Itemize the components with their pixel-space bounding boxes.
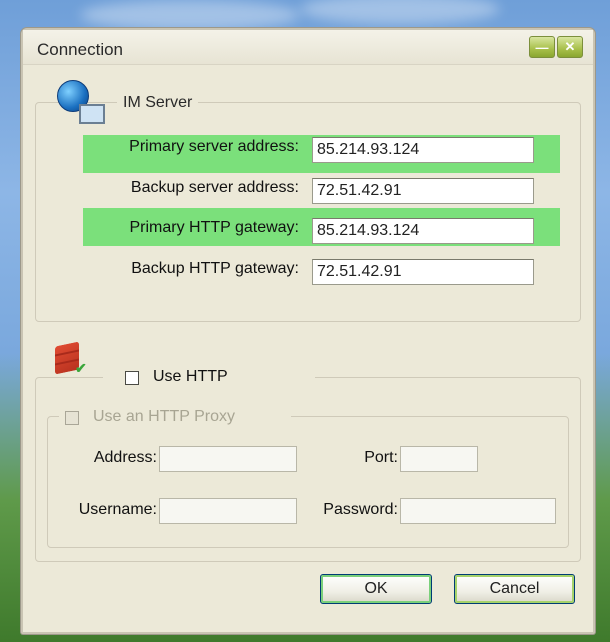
proxy-group	[47, 416, 569, 548]
address-input[interactable]	[159, 446, 297, 472]
primary-gateway-label: Primary HTTP gateway:	[129, 219, 299, 236]
primary-server-label: Primary server address:	[129, 138, 299, 155]
close-button[interactable]: ✕	[557, 36, 583, 58]
close-icon: ✕	[564, 39, 576, 54]
computer-monitor-icon	[79, 104, 105, 124]
connection-dialog: Connection — ✕ IM Server Primary server …	[21, 28, 595, 634]
backup-gateway-input[interactable]: 72.51.42.91	[312, 259, 534, 285]
window-controls: — ✕	[529, 36, 583, 58]
use-proxy-label[interactable]: Use an HTTP Proxy	[93, 408, 235, 426]
window-title: Connection	[37, 40, 124, 59]
password-input[interactable]	[400, 498, 556, 524]
background-cloud	[300, 0, 500, 24]
minimize-icon: —	[535, 39, 549, 55]
check-icon: ✔	[75, 360, 87, 376]
title-bar[interactable]: Connection — ✕	[23, 30, 593, 65]
use-http-checkbox[interactable]	[125, 371, 139, 385]
address-label: Address:	[93, 449, 157, 466]
background-cloud	[80, 0, 300, 30]
port-label: Port:	[364, 449, 398, 466]
password-label: Password:	[323, 501, 398, 518]
username-label: Username:	[78, 501, 157, 518]
backup-gateway-label: Backup HTTP gateway:	[131, 260, 299, 277]
primary-gateway-input[interactable]: 85.214.93.124	[312, 218, 534, 244]
username-input[interactable]	[159, 498, 297, 524]
primary-server-input[interactable]: 85.214.93.124	[312, 137, 534, 163]
minimize-button[interactable]: —	[529, 36, 555, 58]
backup-server-label: Backup server address:	[130, 179, 299, 196]
cancel-button[interactable]: Cancel	[454, 574, 575, 604]
use-http-label[interactable]: Use HTTP	[153, 368, 228, 386]
port-input[interactable]	[400, 446, 478, 472]
im-server-group-title: IM Server	[117, 94, 199, 112]
ok-button[interactable]: OK	[320, 574, 432, 604]
backup-server-input[interactable]: 72.51.42.91	[312, 178, 534, 204]
use-proxy-checkbox[interactable]	[65, 411, 79, 425]
